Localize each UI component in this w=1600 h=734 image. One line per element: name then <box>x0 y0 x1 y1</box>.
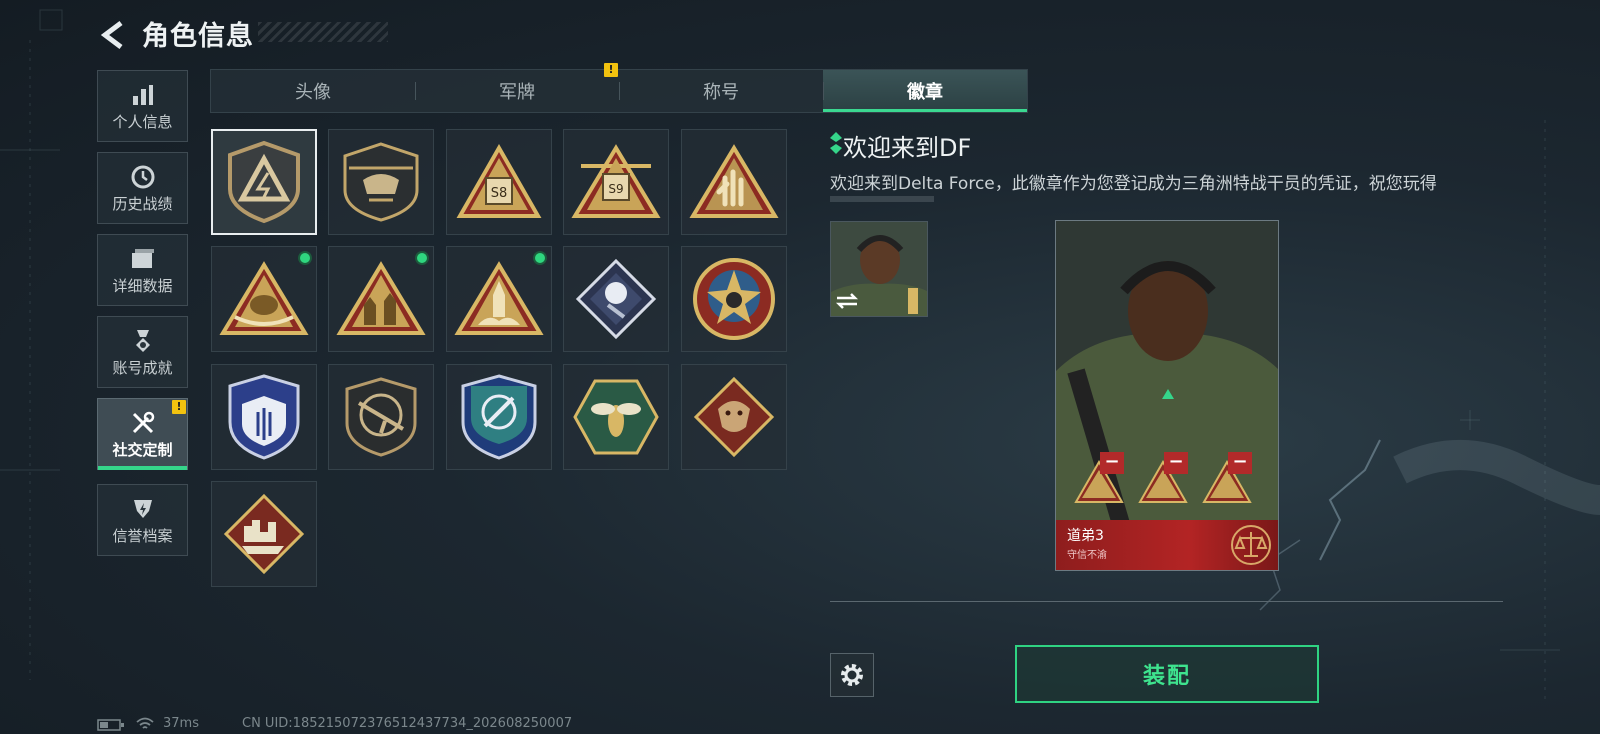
tab-avatar[interactable]: 头像 <box>211 70 415 112</box>
sidebar-item-detailed-data[interactable]: 详细数据 <box>97 234 188 306</box>
sidebar-item-label: 历史战绩 <box>112 194 173 213</box>
tab-label: 军牌 <box>499 82 535 103</box>
badge-target-blue[interactable] <box>446 364 552 470</box>
sidebar-item-label: 账号成就 <box>112 358 173 377</box>
s9-badge-icon: S9 <box>571 144 661 218</box>
folder-data-icon <box>128 245 158 273</box>
card-nameplate: 道弟3 守信不渝 <box>1056 520 1278 570</box>
player-card-preview: − − − 道弟3 守信不渝 <box>1055 220 1279 571</box>
soldiers-triangle-badge-icon <box>336 261 426 335</box>
title-decoration <box>258 22 388 42</box>
badge-hornet-hex[interactable] <box>563 364 669 470</box>
badge-s9[interactable]: S9 <box>563 129 669 235</box>
star-round-badge-icon <box>693 258 775 340</box>
badge-eagle-triangle[interactable] <box>211 246 317 352</box>
operator-portrait <box>1056 221 1278 570</box>
sidebar-item-label: 个人信息 <box>112 112 173 131</box>
sidebar-item-label: 详细数据 <box>112 276 173 295</box>
helicopter-badge-icon <box>343 142 419 222</box>
warning-badge: ! <box>172 400 186 414</box>
rocket-triangle-badge-icon <box>454 261 544 335</box>
back-button[interactable] <box>96 18 130 52</box>
remove-badge-button[interactable]: − <box>1164 452 1188 474</box>
gear-icon <box>841 664 863 686</box>
sidebar-item-achievements[interactable]: 账号成就 <box>97 316 188 388</box>
badge-city-diamond[interactable] <box>211 481 317 587</box>
new-indicator-dot <box>533 251 547 265</box>
badge-detail-title: 欢迎来到DF <box>843 134 972 162</box>
rose-diamond-badge-icon <box>575 258 657 340</box>
tools-icon <box>128 409 158 437</box>
tab-title[interactable]: 称号 <box>619 70 823 112</box>
chevron-left-icon <box>100 21 123 49</box>
page-title: 角色信息 <box>142 21 254 52</box>
badge-rocket-triangle[interactable] <box>446 246 552 352</box>
sidebar-item-reputation[interactable]: 信誉档案 <box>97 484 188 556</box>
equip-button[interactable]: 装配 <box>1015 645 1319 703</box>
hand-sign-badge-icon <box>689 144 779 218</box>
badge-helicopter[interactable] <box>328 129 434 235</box>
rifle-badge-icon <box>345 377 417 457</box>
badge-rifle[interactable] <box>328 364 434 470</box>
title-marker-icon <box>830 132 842 154</box>
badge-detail-description: 欢迎来到Delta Force，此徽章作为您登记成为三角洲特战干员的凭证，祝您玩… <box>830 174 1437 194</box>
new-indicator-dot <box>298 251 312 265</box>
tab-badge[interactable]: 徽章 <box>823 70 1027 112</box>
sidebar-item-label: 信誉档案 <box>112 526 173 545</box>
badge-soldiers-triangle[interactable] <box>328 246 434 352</box>
target-blue-badge-icon <box>461 374 537 460</box>
remove-badge-button[interactable]: − <box>1100 452 1124 474</box>
settings-button[interactable] <box>830 653 874 697</box>
badge-dragon-diamond[interactable] <box>681 364 787 470</box>
history-clock-icon <box>128 163 158 191</box>
blue-shield-badge-icon <box>228 374 300 460</box>
badge-delta-shield[interactable] <box>211 129 317 235</box>
avatar-switch[interactable] <box>830 221 928 317</box>
sidebar-item-label: 社交定制 <box>112 440 173 459</box>
s8-badge-icon: S8 <box>456 144 542 218</box>
shield-bolt-icon <box>128 495 158 523</box>
scales-emblem-icon <box>1231 525 1271 565</box>
ping-value: 37ms <box>163 716 199 731</box>
card-subtitle: 守信不渝 <box>1067 550 1107 561</box>
bar-chart-icon <box>128 81 158 109</box>
sidebar-item-personal-info[interactable]: 个人信息 <box>97 70 188 142</box>
badge-rose-diamond[interactable] <box>563 246 669 352</box>
badge-hand-sign[interactable] <box>681 129 787 235</box>
description-overflow-line <box>830 196 934 202</box>
dragon-diamond-badge-icon <box>693 376 775 458</box>
badge-slot-2[interactable]: − <box>1136 452 1192 504</box>
svg-text:S9: S9 <box>608 182 623 196</box>
battery-icon <box>97 719 124 731</box>
svg-text:S8: S8 <box>491 186 508 201</box>
tab-bar: 头像 军牌 称号 徽章 <box>210 69 1028 113</box>
medal-icon <box>128 327 158 355</box>
sidebar-item-social-custom[interactable]: 社交定制 ! <box>97 398 188 470</box>
new-indicator-dot <box>415 251 429 265</box>
delta-shield-badge-icon <box>228 140 300 224</box>
card-player-name: 道弟3 <box>1067 528 1104 544</box>
tab-dog-tag[interactable]: 军牌 <box>415 70 619 112</box>
badge-blue-shield[interactable] <box>211 364 317 470</box>
badge-s8[interactable]: S8 <box>446 129 552 235</box>
divider <box>830 601 1503 602</box>
sidebar-item-history[interactable]: 历史战绩 <box>97 152 188 224</box>
warning-badge: ! <box>604 63 618 77</box>
remove-badge-button[interactable]: − <box>1228 452 1252 474</box>
hornet-hex-badge-icon <box>573 379 659 455</box>
city-diamond-badge-icon <box>223 493 305 575</box>
badge-slot-3[interactable]: − <box>1200 452 1256 504</box>
eagle-triangle-badge-icon <box>219 261 309 335</box>
wifi-icon <box>136 717 154 729</box>
badge-star-round[interactable] <box>681 246 787 352</box>
badge-slot-1[interactable]: − <box>1072 452 1128 504</box>
swap-icon <box>835 293 859 309</box>
player-uid: CN UID:18521507237651243​7734_2026082500… <box>242 716 573 731</box>
